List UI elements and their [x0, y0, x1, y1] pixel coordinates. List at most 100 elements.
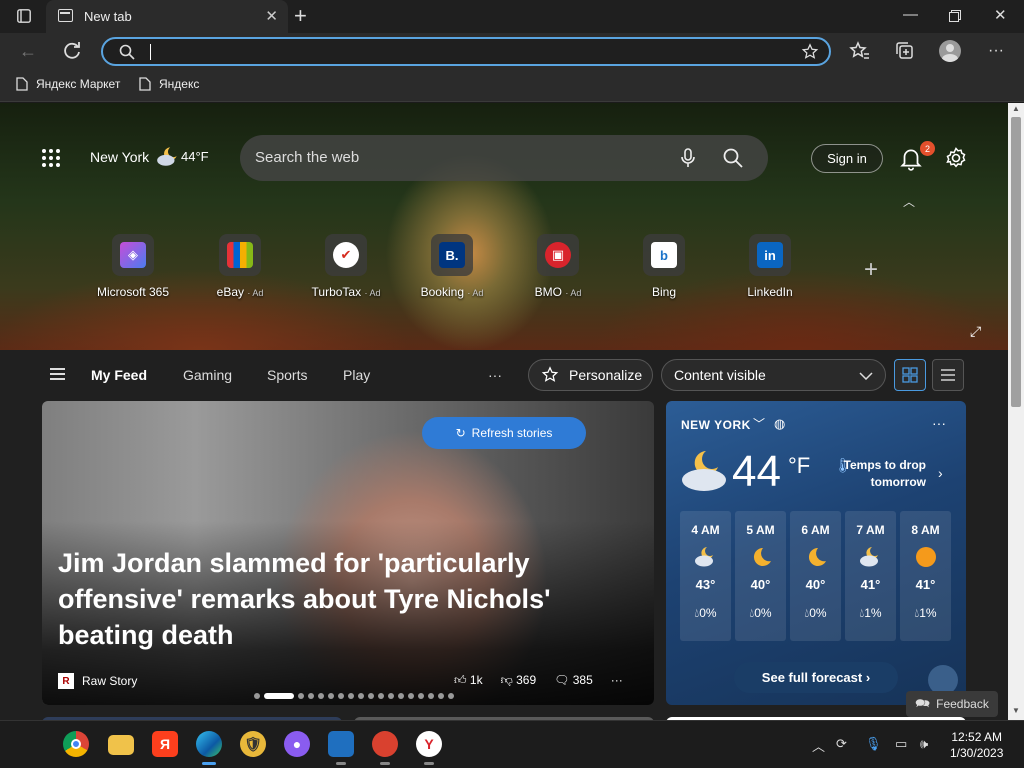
carousel-dot[interactable] [338, 693, 344, 699]
app-window-icon[interactable] [328, 731, 354, 765]
carousel-dot[interactable] [308, 693, 314, 699]
yandex-browser-icon[interactable]: Я [152, 731, 178, 757]
carousel-dot[interactable] [418, 693, 424, 699]
profile-avatar[interactable] [939, 40, 961, 62]
comments-button[interactable]: 🗨︎ 385 [554, 673, 593, 688]
microphone-icon[interactable] [680, 148, 696, 168]
carousel-dot[interactable] [328, 693, 334, 699]
tile-booking[interactable]: B. Booking · Ad [397, 234, 507, 299]
story-headline[interactable]: Jim Jordan slammed for 'particularly off… [58, 545, 578, 653]
collapse-chevron-icon[interactable]: ︿ [903, 193, 915, 210]
restore-icon[interactable] [949, 10, 961, 22]
tile-bmo[interactable]: ▣ BMO · Ad [503, 234, 613, 299]
carousel-dot[interactable] [348, 693, 354, 699]
feedback-button[interactable]: 🗪︎ Feedback [906, 691, 998, 717]
search-icon[interactable] [723, 148, 743, 168]
tab-sports[interactable]: Sports [267, 367, 307, 383]
tile-microsoft-365[interactable]: ◈ Microsoft 365 [78, 234, 188, 299]
carousel-dot[interactable] [298, 693, 304, 699]
scroll-up-arrow-icon[interactable]: ▲ [1012, 104, 1020, 113]
network-icon[interactable]: ▭ [895, 736, 907, 752]
grid-view-button[interactable] [894, 359, 926, 391]
carousel-dot[interactable] [388, 693, 394, 699]
gear-icon[interactable] [944, 146, 968, 170]
dislike-button[interactable]: 👎︎ 369 [501, 673, 537, 688]
page-scrollbar[interactable]: ▲ ▼ [1008, 103, 1024, 720]
brave-shield-icon[interactable]: 🛡︎ [240, 731, 266, 757]
ccleaner-icon[interactable] [372, 731, 398, 765]
carousel-dot-active[interactable] [264, 693, 294, 699]
settings-more-icon[interactable]: ··· [984, 39, 1008, 63]
close-tab-icon[interactable]: ✕ [265, 7, 278, 25]
back-icon[interactable]: ← [16, 39, 40, 63]
favorite-yandex-market[interactable]: Яндекс Маркет [16, 77, 120, 91]
tile-bing[interactable]: b Bing [609, 234, 719, 299]
header-temperature[interactable]: 44°F [181, 149, 209, 164]
tile-ebay[interactable]: eBay · Ad [185, 234, 295, 299]
edge-icon[interactable] [196, 731, 222, 765]
carousel-dot[interactable] [428, 693, 434, 699]
app-launcher-icon[interactable] [42, 149, 60, 167]
carousel-dot[interactable] [408, 693, 414, 699]
tab-play[interactable]: Play [343, 367, 370, 383]
globe-icon[interactable]: ◍ [774, 416, 785, 432]
yandex-icon[interactable]: Y [416, 731, 442, 765]
refresh-icon[interactable] [60, 39, 84, 63]
weather-alert[interactable]: Temps to drop tomorrow [816, 457, 926, 491]
like-button[interactable]: 👍︎ 1k [454, 673, 483, 688]
tab-actions-icon[interactable] [17, 9, 31, 23]
sync-icon[interactable]: ⟳ [836, 736, 847, 752]
browser-tab[interactable]: New tab ✕ [46, 0, 288, 33]
weather-more-button[interactable]: ··· [932, 415, 946, 431]
collections-icon[interactable] [893, 39, 917, 63]
carousel-dot[interactable] [438, 693, 444, 699]
weather-location[interactable]: New York [90, 149, 149, 165]
address-bar[interactable] [101, 37, 831, 66]
expand-background-icon[interactable]: ⤢ [970, 323, 981, 340]
carousel-dot[interactable] [378, 693, 384, 699]
tile-linkedin[interactable]: in LinkedIn [715, 234, 825, 299]
city-chevron-icon[interactable]: ﹀ [753, 415, 765, 432]
story-source[interactable]: R Raw Story [58, 673, 137, 689]
system-clock[interactable]: 12:52 AM 1/30/2023 [950, 729, 1003, 761]
menu-icon[interactable] [50, 368, 65, 383]
alice-icon[interactable]: ● [284, 731, 310, 757]
content-visibility-dropdown[interactable]: Content visible [661, 359, 886, 391]
hour-item[interactable]: 5 AM 40° 💧︎0% [735, 511, 786, 641]
carousel-dot[interactable] [318, 693, 324, 699]
list-view-button[interactable] [932, 359, 964, 391]
weather-card[interactable]: NEW YORK ﹀ ◍ ··· 44 °F 🌡︎ Temps to drop … [666, 401, 966, 705]
favorite-yandex[interactable]: Яндекс [139, 77, 199, 91]
carousel-dot[interactable] [398, 693, 404, 699]
web-search-box[interactable]: Search the web [240, 135, 768, 181]
carousel-dot[interactable] [254, 693, 260, 699]
microphone-tray-icon[interactable]: 🎙︎ [865, 736, 882, 752]
scrollbar-thumb[interactable] [1011, 117, 1021, 407]
weather-city[interactable]: NEW YORK [681, 418, 751, 432]
refresh-stories-button[interactable]: ↻ Refresh stories [422, 417, 586, 449]
hour-item[interactable]: 7 AM 41° 💧︎1% [845, 511, 896, 641]
sign-in-button[interactable]: Sign in [811, 144, 883, 173]
hour-item[interactable]: 4 AM 43° 💧︎0% [680, 511, 731, 641]
personalize-button[interactable]: Personalize [528, 359, 653, 391]
volume-icon[interactable]: 🕪︎ [920, 736, 928, 752]
file-explorer-icon[interactable] [108, 735, 134, 755]
add-favorite-icon[interactable] [801, 43, 819, 61]
tab-gaming[interactable]: Gaming [183, 367, 232, 383]
minimize-icon[interactable]: — [903, 6, 918, 23]
tray-chevron-icon[interactable]: ︿ [812, 736, 825, 755]
alert-chevron-icon[interactable]: › [938, 465, 943, 481]
chrome-icon[interactable] [63, 731, 89, 757]
carousel-dot[interactable] [448, 693, 454, 699]
tab-my-feed[interactable]: My Feed [91, 367, 147, 383]
favorites-icon[interactable] [848, 39, 872, 63]
scroll-down-arrow-icon[interactable]: ▼ [1012, 706, 1020, 715]
close-window-icon[interactable]: ✕ [994, 6, 1007, 24]
hour-item[interactable]: 8 AM 41° 💧︎1% [900, 511, 951, 641]
top-story-card[interactable]: ↻ Refresh stories Jim Jordan slammed for… [42, 401, 654, 705]
see-full-forecast-button[interactable]: See full forecast › [734, 662, 898, 693]
carousel-dot[interactable] [368, 693, 374, 699]
story-more-button[interactable]: ··· [611, 673, 623, 688]
add-shortcut-button[interactable]: + [864, 256, 878, 284]
new-tab-button[interactable]: + [294, 3, 307, 29]
